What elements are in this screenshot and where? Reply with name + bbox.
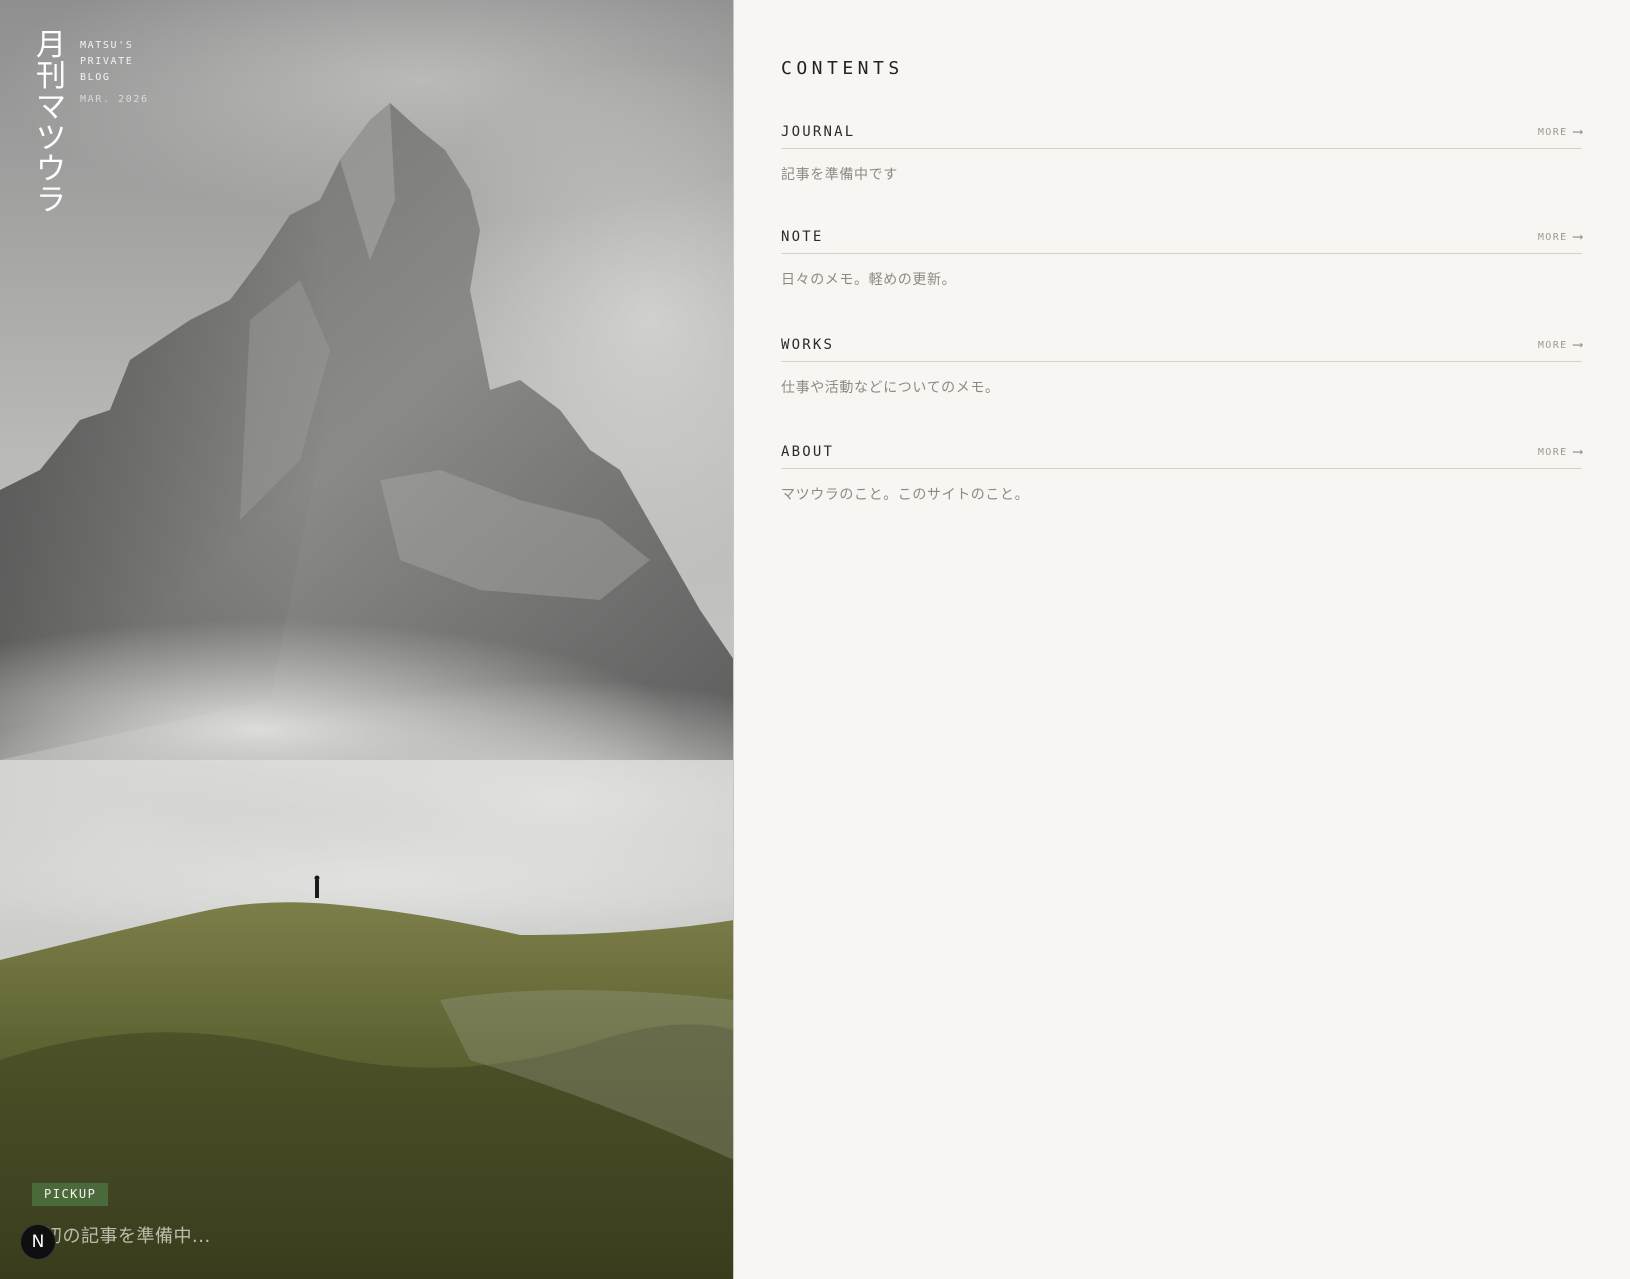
section-header: WORKS MORE ⟶: [781, 335, 1582, 362]
site-logo-vertical[interactable]: 月刊マツウラ: [34, 30, 68, 216]
section-header: JOURNAL MORE ⟶: [781, 122, 1582, 149]
more-link[interactable]: MORE ⟶: [1538, 124, 1582, 140]
arrow-right-icon: ⟶: [1573, 337, 1582, 353]
arrow-right-icon: ⟶: [1573, 444, 1582, 460]
site-subtitle: MATSU'S PRIVATE BLOG: [80, 38, 133, 86]
more-link[interactable]: MORE ⟶: [1538, 229, 1582, 245]
pickup-article-title[interactable]: 初の記事を準備中...: [44, 1222, 211, 1248]
next-logo-icon[interactable]: N: [20, 1224, 56, 1260]
section-title[interactable]: ABOUT: [781, 444, 834, 460]
section-header: ABOUT MORE ⟶: [781, 442, 1582, 469]
more-label: MORE: [1537, 126, 1568, 138]
more-link[interactable]: MORE ⟶: [1538, 444, 1582, 460]
section-journal: JOURNAL MORE ⟶ 記事を準備中です: [781, 122, 1582, 184]
more-label: MORE: [1537, 231, 1568, 243]
contents-panel: CONTENTS JOURNAL MORE ⟶ 記事を準備中です NOTE MO…: [781, 58, 1582, 503]
hero-mountain-image: [0, 0, 734, 1279]
site-subtitle-line: MATSU'S: [80, 40, 134, 51]
section-header: NOTE MORE ⟶: [781, 227, 1582, 254]
issue-date: MAR. 2026: [80, 94, 149, 105]
arrow-right-icon: ⟶: [1573, 124, 1582, 140]
more-link[interactable]: MORE ⟶: [1538, 337, 1582, 353]
section-title[interactable]: JOURNAL: [781, 124, 855, 140]
section-about: ABOUT MORE ⟶ マツウラのこと。このサイトのこと。: [781, 442, 1582, 504]
more-label: MORE: [1537, 339, 1568, 351]
section-description: 記事を準備中です: [781, 167, 898, 183]
contents-heading: CONTENTS: [781, 58, 904, 79]
section-works: WORKS MORE ⟶ 仕事や活動などについてのメモ。: [781, 335, 1582, 397]
section-description: 仕事や活動などについてのメモ。: [781, 380, 1000, 396]
section-description: マツウラのこと。このサイトのこと。: [781, 487, 1030, 503]
hero-panel: 月刊マツウラ MATSU'S PRIVATE BLOG MAR. 2026 PI…: [0, 0, 734, 1279]
arrow-right-icon: ⟶: [1573, 229, 1582, 245]
site-subtitle-line: BLOG: [80, 72, 111, 83]
pickup-badge: PICKUP: [32, 1183, 109, 1206]
section-title[interactable]: WORKS: [781, 337, 834, 353]
panel-divider: [733, 0, 734, 1279]
section-note: NOTE MORE ⟶ 日々のメモ。軽めの更新。: [781, 227, 1582, 289]
section-description: 日々のメモ。軽めの更新。: [781, 272, 957, 288]
site-subtitle-line: PRIVATE: [80, 56, 134, 67]
more-label: MORE: [1537, 446, 1568, 458]
section-title[interactable]: NOTE: [781, 229, 824, 245]
